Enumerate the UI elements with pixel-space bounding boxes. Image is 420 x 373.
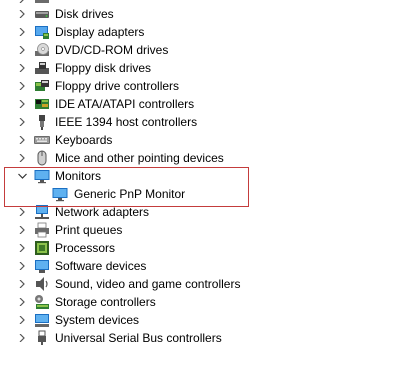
disk-drive-icon	[34, 6, 50, 22]
tree-item-system-devices[interactable]: System devices	[0, 311, 420, 329]
tree-item-floppy-drive-controllers[interactable]: Floppy drive controllers	[0, 77, 420, 95]
tree-item-label: Sound, video and game controllers	[55, 277, 241, 291]
tree-item-ide-ata-atapi-controllers[interactable]: IDE ATA/ATAPI controllers	[0, 95, 420, 113]
tree-item-label: Keyboards	[55, 133, 113, 147]
software-device-icon	[34, 258, 50, 274]
tree-item-label: DVD/CD-ROM drives	[55, 43, 169, 57]
floppy-controller-icon	[34, 78, 50, 94]
system-device-icon	[34, 312, 50, 328]
chevron-right-icon[interactable]	[17, 9, 27, 19]
processor-icon	[34, 240, 50, 256]
chevron-right-icon[interactable]	[17, 279, 27, 289]
tree-item-software-devices[interactable]: Software devices	[0, 257, 420, 275]
tree-item-label: System devices	[55, 313, 140, 327]
tree-item-label: IDE ATA/ATAPI controllers	[55, 97, 195, 111]
sound-icon	[34, 276, 50, 292]
chevron-right-icon[interactable]	[17, 261, 27, 271]
tree-item-label: Print queues	[55, 223, 123, 237]
chevron-right-icon[interactable]	[17, 45, 27, 55]
tree-item-usb-controllers[interactable]: Universal Serial Bus controllers	[0, 329, 420, 347]
chevron-right-icon[interactable]	[17, 0, 27, 4]
tree-item-disk-drives[interactable]: Disk drives	[0, 5, 420, 23]
tree-item-sound-video-game-controllers[interactable]: Sound, video and game controllers	[0, 275, 420, 293]
tree-item-label: Disk drives	[55, 7, 114, 21]
tree-item-keyboards[interactable]: Keyboards	[0, 131, 420, 149]
tree-item-processors[interactable]: Processors	[0, 239, 420, 257]
chevron-right-icon[interactable]	[17, 63, 27, 73]
tree-item-label: Processors	[55, 241, 116, 255]
chevron-right-icon[interactable]	[17, 207, 27, 217]
storage-controller-icon	[34, 294, 50, 310]
tree-item-label: Floppy disk drives	[55, 61, 152, 75]
chevron-right-icon[interactable]	[17, 333, 27, 343]
tree-item-print-queues[interactable]: Print queues	[0, 221, 420, 239]
floppy-disk-icon	[34, 60, 50, 76]
chevron-right-icon[interactable]	[17, 243, 27, 253]
chevron-right-icon[interactable]	[17, 27, 27, 37]
tree-item-floppy-disk-drives[interactable]: Floppy disk drives	[0, 59, 420, 77]
ide-controller-icon	[34, 96, 50, 112]
tree-item-dvd-cdrom-drives[interactable]: DVD/CD-ROM drives	[0, 41, 420, 59]
chevron-right-icon[interactable]	[17, 81, 27, 91]
tree-item-label: Universal Serial Bus controllers	[55, 331, 222, 345]
chevron-right-icon[interactable]	[17, 135, 27, 145]
usb-icon	[34, 330, 50, 346]
chevron-right-icon[interactable]	[17, 297, 27, 307]
chevron-right-icon[interactable]	[17, 225, 27, 235]
tree-item-label: Display adapters	[55, 25, 145, 39]
chevron-right-icon[interactable]	[17, 117, 27, 127]
tree-item-ieee1394-host-controllers[interactable]: IEEE 1394 host controllers	[0, 113, 420, 131]
highlight-box	[4, 167, 249, 207]
tree-item-label: Software devices	[55, 259, 147, 273]
tree-item-label: IEEE 1394 host controllers	[55, 115, 198, 129]
tree-item-display-adapters[interactable]: Display adapters	[0, 23, 420, 41]
chevron-right-icon[interactable]	[17, 153, 27, 163]
dvd-drive-icon	[34, 42, 50, 58]
tree-item-label: Floppy drive controllers	[55, 79, 180, 93]
chevron-right-icon[interactable]	[17, 315, 27, 325]
tree-item-mice[interactable]: Mice and other pointing devices	[0, 149, 420, 167]
tree-item-storage-controllers[interactable]: Storage controllers	[0, 293, 420, 311]
ieee1394-icon	[34, 114, 50, 130]
tree-item-label: Mice and other pointing devices	[55, 151, 224, 165]
mouse-icon	[34, 150, 50, 166]
chevron-right-icon[interactable]	[17, 99, 27, 109]
printer-icon	[34, 222, 50, 238]
display-adapter-icon	[34, 24, 50, 40]
keyboard-icon	[34, 132, 50, 148]
tree-item-label: Storage controllers	[55, 295, 156, 309]
